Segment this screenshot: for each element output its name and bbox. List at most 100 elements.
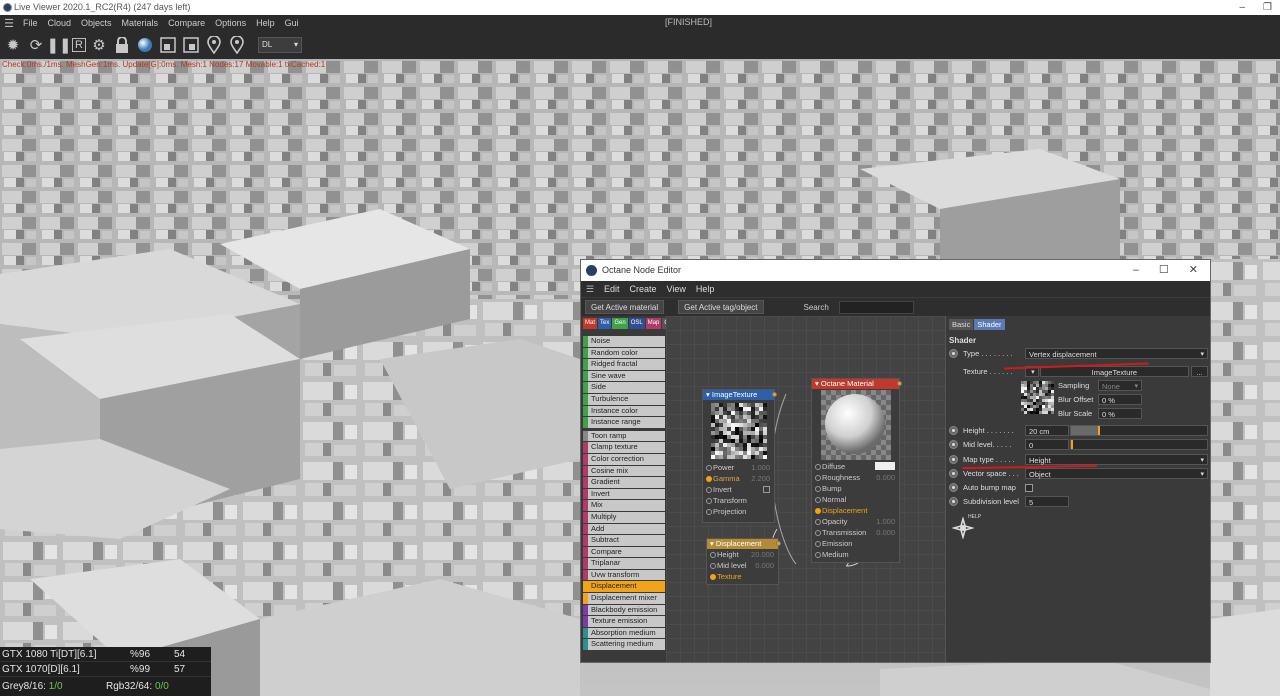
node-input-transform[interactable]: Transform — [703, 495, 774, 506]
auto-bump-checkbox[interactable] — [1025, 483, 1033, 492]
frame-icon[interactable] — [158, 35, 178, 55]
vector-space-dropdown[interactable]: Object — [1025, 468, 1208, 480]
palette-item[interactable]: Invert — [583, 488, 665, 500]
palette-item[interactable]: Displacement — [583, 581, 665, 593]
close-button[interactable]: ✕ — [1189, 260, 1198, 281]
node-input-emission[interactable]: Emission — [812, 538, 899, 549]
menu-help[interactable]: Help — [251, 18, 280, 28]
type-dropdown[interactable]: Vertex displacement — [1025, 348, 1208, 360]
palette-item[interactable]: Random color — [583, 347, 665, 359]
node-header[interactable]: ▾ Octane Material — [812, 379, 902, 389]
node-input-opacity[interactable]: Opacity 1.000 — [812, 516, 899, 527]
node-input-texture[interactable]: Texture — [707, 571, 778, 582]
palette-item[interactable]: Triplanar — [583, 558, 665, 569]
palette-item[interactable]: Blackbody emission — [583, 604, 665, 616]
material-ball-icon[interactable] — [135, 35, 155, 55]
menu-help[interactable]: Help — [691, 284, 720, 294]
node-input-normal[interactable]: Normal — [812, 494, 899, 505]
tab-shader[interactable]: Shader — [974, 319, 1005, 330]
node-header[interactable]: ▾ ImageTexture — [703, 390, 777, 400]
animate-toggle-icon[interactable] — [949, 440, 958, 449]
output-pin[interactable] — [897, 381, 902, 386]
get-active-material-button[interactable]: Get Active material — [585, 300, 665, 314]
palette-item[interactable]: Displacement mixer — [583, 593, 665, 604]
node-input-mid-level[interactable]: Mid level 0.000 — [707, 560, 778, 571]
diffuse-swatch[interactable] — [875, 462, 895, 470]
node-input-bump[interactable]: Bump — [812, 483, 899, 494]
blur-scale-input[interactable]: 0 % — [1098, 408, 1142, 419]
palette-item[interactable]: Compare — [583, 546, 665, 558]
invert-checkbox[interactable] — [763, 486, 770, 493]
menu-materials[interactable]: Materials — [117, 18, 164, 28]
palette-item[interactable]: Side — [583, 382, 665, 393]
menu-edit[interactable]: Edit — [599, 284, 625, 294]
node-input-transmission[interactable]: Transmission 0.000 — [812, 527, 899, 538]
height-input[interactable]: 20 cm — [1025, 425, 1069, 436]
animate-toggle-icon[interactable] — [949, 426, 958, 435]
palette-tab-mat[interactable]: Mat — [583, 318, 598, 329]
node-input-medium[interactable]: Medium — [812, 549, 899, 560]
maximize-button[interactable]: ☐ — [1159, 260, 1169, 281]
node-input-roughness[interactable]: Roughness 0.000 — [812, 472, 899, 483]
map-type-dropdown[interactable]: Height — [1025, 454, 1208, 466]
mode-select[interactable]: DL — [258, 37, 302, 53]
pause-icon[interactable]: ❚❚ — [46, 35, 71, 55]
palette-tab-tex[interactable]: Tex — [598, 318, 612, 329]
node-input-projection[interactable]: Projection — [703, 506, 774, 517]
frame-alt-icon[interactable] — [181, 35, 201, 55]
palette-item[interactable]: Absorption medium — [583, 627, 665, 639]
tab-basic[interactable]: Basic — [949, 319, 974, 330]
output-pin[interactable] — [776, 541, 781, 546]
animate-toggle-icon[interactable] — [949, 349, 958, 358]
hamburger-icon[interactable]: ☰ — [0, 17, 18, 30]
palette-tab-gen[interactable]: Gen — [612, 318, 628, 329]
node-input-gamma[interactable]: Gamma 2.200 — [703, 473, 774, 484]
image-texture-node[interactable]: ▾ ImageTexture Power 1.000 Gamma 2.200 Inv… — [702, 389, 777, 523]
displacement-node[interactable]: ▾ Displacement Height 20.000 Mid level 0.0… — [706, 538, 781, 585]
menu-objects[interactable]: Objects — [76, 18, 117, 28]
sampling-dropdown[interactable]: None — [1098, 380, 1142, 392]
palette-item[interactable]: Uvw transform — [583, 569, 665, 581]
palette-item[interactable]: Add — [583, 523, 665, 535]
menu-cloud[interactable]: Cloud — [43, 18, 77, 28]
restore-button[interactable]: ❐ — [1263, 0, 1272, 15]
animate-toggle-icon[interactable] — [949, 469, 958, 478]
blur-offset-input[interactable]: 0 % — [1098, 394, 1142, 405]
menu-options[interactable]: Options — [210, 18, 251, 28]
node-header[interactable]: ▾ Displacement — [707, 539, 781, 549]
texture-link-button[interactable]: ImageTexture — [1039, 366, 1190, 377]
palette-item[interactable]: Multiply — [583, 511, 665, 523]
menu-view[interactable]: View — [662, 284, 691, 294]
node-graph[interactable]: ▾ ImageTexture Power 1.000 Gamma 2.200 Inv… — [666, 316, 945, 662]
menu-compare[interactable]: Compare — [163, 18, 210, 28]
palette-item[interactable]: Cosine mix — [583, 465, 665, 477]
palette-item[interactable]: Sine wave — [583, 370, 665, 382]
refresh-icon[interactable]: ⟳ — [26, 35, 46, 55]
minimize-button[interactable]: – — [1239, 0, 1245, 15]
octane-material-node[interactable]: ▾ Octane Material Diffuse Roughness 0.000… — [811, 378, 902, 563]
menu-gui[interactable]: Gui — [280, 18, 304, 28]
palette-item[interactable]: Turbulence — [583, 393, 665, 405]
help-button[interactable]: HELP — [951, 514, 981, 541]
minimize-button[interactable]: – — [1133, 260, 1139, 281]
pin-alt-icon[interactable] — [227, 35, 247, 55]
search-input[interactable] — [838, 300, 914, 314]
texture-browse-button[interactable]: ... — [1191, 366, 1208, 377]
palette-tab-osl[interactable]: OSL — [628, 318, 645, 329]
node-input-invert[interactable]: Invert — [703, 484, 774, 495]
mid-level-input[interactable]: 0 — [1025, 439, 1069, 450]
node-input-displacement[interactable]: Displacement — [812, 505, 899, 516]
hamburger-icon[interactable]: ☰ — [581, 284, 599, 295]
pin-icon[interactable] — [204, 35, 224, 55]
palette-item[interactable]: Gradient — [583, 477, 665, 488]
palette-item[interactable]: Ridged fractal — [583, 359, 665, 370]
menu-file[interactable]: File — [18, 18, 43, 28]
get-active-tag-button[interactable]: Get Active tag/object — [678, 300, 764, 314]
palette-item[interactable]: Mix — [583, 500, 665, 511]
menu-create[interactable]: Create — [625, 284, 662, 294]
palette-tab-map[interactable]: Map — [645, 318, 662, 329]
palette-item[interactable]: Color correction — [583, 453, 665, 465]
animate-toggle-icon[interactable] — [949, 497, 958, 506]
mid-level-slider[interactable] — [1070, 439, 1208, 450]
animate-toggle-icon[interactable] — [949, 455, 958, 464]
